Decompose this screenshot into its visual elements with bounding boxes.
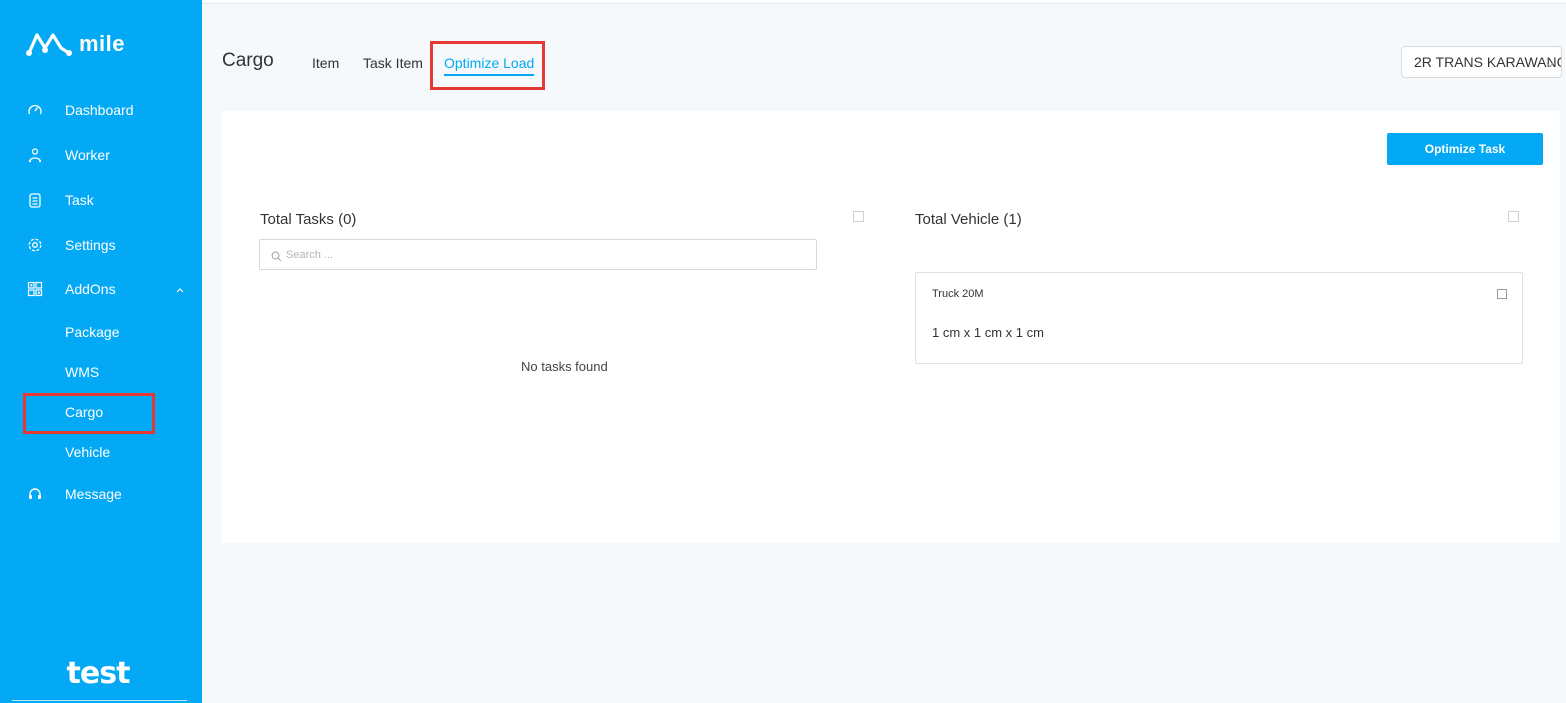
vehicles-select-all-checkbox[interactable] (1508, 211, 1519, 222)
page-title: Cargo (222, 50, 274, 71)
sidebar-item-message[interactable]: Message (0, 482, 202, 506)
sidebar-footer: test (0, 656, 202, 701)
cargo-highlight-box (23, 393, 155, 434)
logo-text: mile (79, 31, 126, 56)
search-icon (271, 249, 282, 262)
sidebar-subitem-vehicle[interactable]: Vehicle (65, 444, 110, 460)
top-border (202, 0, 1566, 4)
chevron-up-icon (174, 283, 186, 295)
vehicle-checkbox[interactable] (1497, 289, 1507, 299)
sidebar-item-label: Task (65, 192, 94, 208)
sidebar-item-worker[interactable]: Worker (0, 143, 202, 167)
sidebar-item-label: Settings (65, 237, 116, 253)
total-vehicle-title: Total Vehicle (1) (915, 211, 1022, 228)
task-icon (26, 191, 44, 209)
company-select[interactable]: 2R TRANS KARAWANG (1401, 46, 1562, 78)
footer-divider (12, 700, 187, 701)
company-select-value: 2R TRANS KARAWANG (1414, 54, 1562, 70)
sidebar-item-settings[interactable]: Settings (0, 233, 202, 257)
vehicle-name: Truck 20M (932, 288, 984, 300)
total-tasks-title: Total Tasks (0) (260, 211, 357, 228)
mile-logo-icon (26, 33, 72, 56)
chevron-down-icon (1545, 57, 1555, 68)
optimize-load-panel: Optimize Task Total Tasks (0) No tasks f… (222, 111, 1560, 543)
tab-highlight-box (430, 41, 545, 90)
optimize-task-button[interactable]: Optimize Task (1387, 133, 1543, 165)
vehicle-card[interactable]: Truck 20M 1 cm x 1 cm x 1 cm (915, 272, 1523, 364)
sidebar-subitem-wms[interactable]: WMS (65, 364, 99, 380)
sidebar-subitem-package[interactable]: Package (65, 324, 119, 340)
tab-item[interactable]: Item (312, 55, 339, 71)
tab-task-item[interactable]: Task Item (363, 55, 423, 71)
speedometer-icon (26, 101, 44, 119)
sidebar-item-dashboard[interactable]: Dashboard (0, 98, 202, 122)
headset-icon (26, 485, 44, 503)
footer-brand-text: test (66, 656, 131, 691)
tasks-select-all-checkbox[interactable] (853, 211, 864, 222)
empty-tasks-message: No tasks found (521, 359, 608, 374)
sidebar-item-addons[interactable]: AddOns (0, 277, 202, 301)
task-search[interactable] (259, 239, 817, 270)
gear-icon (26, 236, 44, 254)
addons-icon (26, 280, 44, 298)
app-logo[interactable]: mile (25, 30, 125, 58)
worker-icon (26, 146, 44, 164)
vehicle-dimensions: 1 cm x 1 cm x 1 cm (932, 325, 1044, 340)
sidebar-item-task[interactable]: Task (0, 188, 202, 212)
sidebar-item-label: Message (65, 486, 122, 502)
sidebar-item-label: Worker (65, 147, 110, 163)
sidebar: mile Dashboard Worker Task Settings AddO… (0, 0, 202, 703)
search-input[interactable] (286, 240, 806, 269)
sidebar-item-label: AddOns (65, 281, 116, 297)
sidebar-item-label: Dashboard (65, 102, 134, 118)
